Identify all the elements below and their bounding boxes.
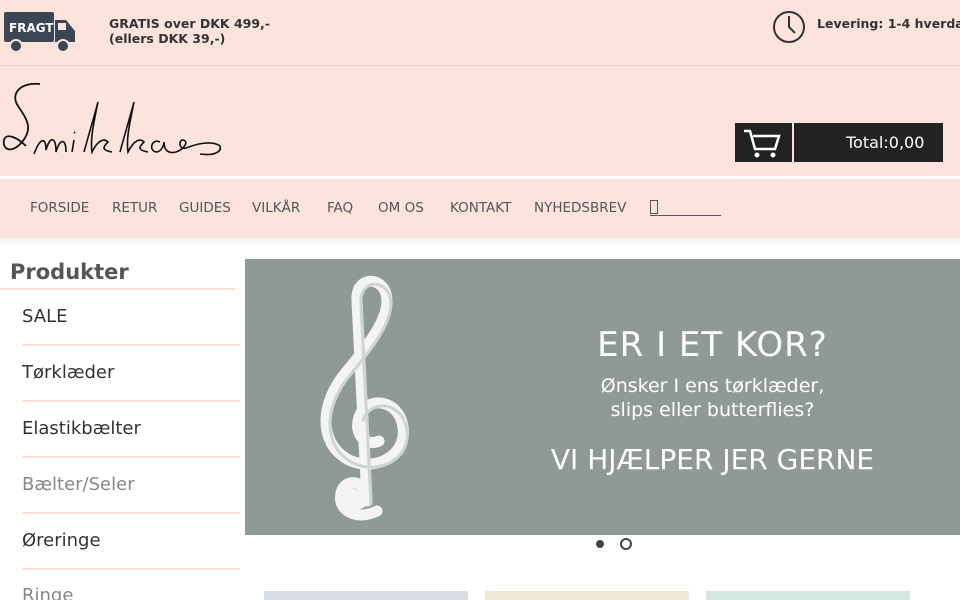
- sidebar-divider: [22, 568, 240, 570]
- site-header: Total:0,00: [0, 66, 960, 176]
- shipping-line-1: GRATIS over DKK 499,-: [109, 16, 270, 31]
- nav-item-vilkar[interactable]: VILKÅR: [252, 200, 300, 216]
- sidebar-item-ringe[interactable]: Ringe: [22, 585, 73, 600]
- sidebar-item-oreringe[interactable]: Øreringe: [22, 530, 101, 551]
- shopping-cart-icon: [744, 129, 781, 158]
- sidebar-title: Produkter: [10, 260, 129, 284]
- product-thumbnail[interactable]: [706, 591, 910, 600]
- product-thumbnail[interactable]: [485, 591, 689, 600]
- sidebar-divider: [22, 512, 240, 514]
- sidebar-divider: [22, 456, 240, 458]
- info-bar: FRAGT GRATIS over DKK 499,- (ellers DKK …: [0, 0, 960, 66]
- delivery-info: Levering: 1-4 hverdage: [817, 16, 960, 31]
- carousel-dot-1[interactable]: [596, 540, 604, 548]
- sidebar-item-baelter-seler[interactable]: Bælter/Seler: [22, 474, 135, 495]
- sidebar-divider: [22, 400, 240, 402]
- cart-icon-container: [735, 123, 794, 162]
- banner-headline: ER I ET KOR?: [597, 325, 828, 365]
- sidebar-divider: [0, 288, 236, 290]
- nav-item-om-os[interactable]: OM OS: [378, 200, 424, 216]
- search-icon[interactable]: [650, 200, 658, 214]
- truck-label: FRAGT: [9, 21, 54, 35]
- product-thumbnail[interactable]: [264, 591, 468, 600]
- cart-total: Total:0,00: [846, 133, 925, 152]
- nav-item-faq[interactable]: FAQ: [327, 200, 353, 216]
- hero-banner[interactable]: ER I ET KOR? Ønsker I ens tørklæder, sli…: [245, 259, 960, 535]
- banner-text-line-2: slips eller butterflies?: [610, 399, 815, 421]
- shipping-line-2: (ellers DKK 39,-): [109, 31, 226, 46]
- smikka-logo[interactable]: [0, 80, 225, 160]
- carousel-dot-2[interactable]: [620, 538, 632, 550]
- search-input[interactable]: [650, 198, 721, 216]
- sidebar-item-elastikbaelter[interactable]: Elastikbælter: [22, 418, 141, 439]
- clock-icon: [773, 11, 805, 43]
- nav-item-forside[interactable]: FORSIDE: [30, 200, 89, 216]
- sidebar-item-sale[interactable]: SALE: [22, 306, 67, 327]
- cart-button[interactable]: Total:0,00: [735, 123, 943, 162]
- nav-item-kontakt[interactable]: KONTAKT: [450, 200, 511, 216]
- sidebar-item-torklaeder[interactable]: Tørklæder: [22, 362, 114, 383]
- nav-item-nyhedsbrev[interactable]: NYHEDSBREV: [534, 200, 626, 216]
- sidebar-divider: [22, 344, 240, 346]
- nav-item-guides[interactable]: GUIDES: [179, 200, 231, 216]
- banner-cta-text: VI HJÆLPER JER GERNE: [550, 443, 875, 476]
- truck-icon: FRAGT: [4, 12, 75, 53]
- shipping-info: GRATIS over DKK 499,- (ellers DKK 39,-): [109, 16, 270, 46]
- main-nav: FORSIDE RETUR GUIDES VILKÅR FAQ OM OS KO…: [0, 176, 960, 238]
- nav-item-retur[interactable]: RETUR: [112, 200, 157, 216]
- banner-text-line-1: Ønsker I ens tørklæder,: [600, 375, 825, 397]
